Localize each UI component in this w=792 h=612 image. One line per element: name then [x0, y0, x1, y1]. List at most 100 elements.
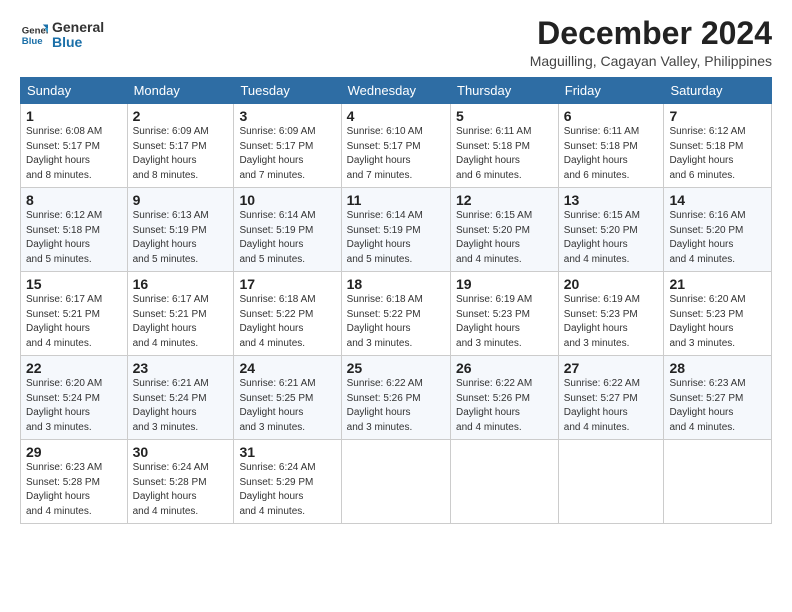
table-row: 14 Sunrise: 6:16 AMSunset: 5:20 PMDaylig…	[664, 188, 772, 272]
day-number: 1	[26, 108, 122, 124]
day-info: Sunrise: 6:22 AMSunset: 5:26 PMDaylight …	[347, 377, 445, 435]
day-info: Sunrise: 6:20 AMSunset: 5:24 PMDaylight …	[26, 377, 122, 435]
table-row: 5 Sunrise: 6:11 AMSunset: 5:18 PMDayligh…	[451, 104, 559, 188]
day-info: Sunrise: 6:09 AMSunset: 5:17 PMDaylight …	[133, 125, 229, 183]
day-info: Sunrise: 6:21 AMSunset: 5:24 PMDaylight …	[133, 377, 229, 435]
day-info: Sunrise: 6:18 AMSunset: 5:22 PMDaylight …	[347, 293, 445, 351]
table-row: 19 Sunrise: 6:19 AMSunset: 5:23 PMDaylig…	[451, 272, 559, 356]
title-block: December 2024 Maguilling, Cagayan Valley…	[530, 16, 772, 69]
page-subtitle: Maguilling, Cagayan Valley, Philippines	[530, 53, 772, 69]
table-row: 20 Sunrise: 6:19 AMSunset: 5:23 PMDaylig…	[558, 272, 664, 356]
calendar-header: Sunday Monday Tuesday Wednesday Thursday…	[21, 78, 772, 104]
day-number: 15	[26, 276, 122, 292]
day-number: 11	[347, 192, 445, 208]
day-number: 30	[133, 444, 229, 460]
day-info: Sunrise: 6:24 AMSunset: 5:29 PMDaylight …	[239, 461, 335, 519]
table-row: 30 Sunrise: 6:24 AMSunset: 5:28 PMDaylig…	[127, 440, 234, 524]
table-row: 7 Sunrise: 6:12 AMSunset: 5:18 PMDayligh…	[664, 104, 772, 188]
table-row: 23 Sunrise: 6:21 AMSunset: 5:24 PMDaylig…	[127, 356, 234, 440]
calendar-body: 1 Sunrise: 6:08 AMSunset: 5:17 PMDayligh…	[21, 104, 772, 524]
table-row: 24 Sunrise: 6:21 AMSunset: 5:25 PMDaylig…	[234, 356, 341, 440]
day-info: Sunrise: 6:19 AMSunset: 5:23 PMDaylight …	[564, 293, 659, 351]
day-number: 23	[133, 360, 229, 376]
day-info: Sunrise: 6:11 AMSunset: 5:18 PMDaylight …	[456, 125, 553, 183]
day-number: 7	[669, 108, 766, 124]
table-row: 13 Sunrise: 6:15 AMSunset: 5:20 PMDaylig…	[558, 188, 664, 272]
col-monday: Monday	[127, 78, 234, 104]
table-row: 12 Sunrise: 6:15 AMSunset: 5:20 PMDaylig…	[451, 188, 559, 272]
day-number: 10	[239, 192, 335, 208]
day-number: 27	[564, 360, 659, 376]
day-info: Sunrise: 6:15 AMSunset: 5:20 PMDaylight …	[456, 209, 553, 267]
table-row: 22 Sunrise: 6:20 AMSunset: 5:24 PMDaylig…	[21, 356, 128, 440]
day-number: 26	[456, 360, 553, 376]
day-info: Sunrise: 6:22 AMSunset: 5:26 PMDaylight …	[456, 377, 553, 435]
table-row: 8 Sunrise: 6:12 AMSunset: 5:18 PMDayligh…	[21, 188, 128, 272]
col-thursday: Thursday	[451, 78, 559, 104]
table-row: 29 Sunrise: 6:23 AMSunset: 5:28 PMDaylig…	[21, 440, 128, 524]
table-row: 17 Sunrise: 6:18 AMSunset: 5:22 PMDaylig…	[234, 272, 341, 356]
table-row: 16 Sunrise: 6:17 AMSunset: 5:21 PMDaylig…	[127, 272, 234, 356]
table-row: 27 Sunrise: 6:22 AMSunset: 5:27 PMDaylig…	[558, 356, 664, 440]
day-info: Sunrise: 6:16 AMSunset: 5:20 PMDaylight …	[669, 209, 766, 267]
table-row: 21 Sunrise: 6:20 AMSunset: 5:23 PMDaylig…	[664, 272, 772, 356]
logo-icon: General Blue	[20, 21, 48, 49]
header-row: Sunday Monday Tuesday Wednesday Thursday…	[21, 78, 772, 104]
day-number: 21	[669, 276, 766, 292]
table-row: 28 Sunrise: 6:23 AMSunset: 5:27 PMDaylig…	[664, 356, 772, 440]
day-number: 14	[669, 192, 766, 208]
day-info: Sunrise: 6:17 AMSunset: 5:21 PMDaylight …	[133, 293, 229, 351]
svg-text:Blue: Blue	[22, 36, 43, 47]
day-info: Sunrise: 6:11 AMSunset: 5:18 PMDaylight …	[564, 125, 659, 183]
table-row: 2 Sunrise: 6:09 AMSunset: 5:17 PMDayligh…	[127, 104, 234, 188]
day-number: 8	[26, 192, 122, 208]
calendar-week-1: 1 Sunrise: 6:08 AMSunset: 5:17 PMDayligh…	[21, 104, 772, 188]
calendar-table: Sunday Monday Tuesday Wednesday Thursday…	[20, 77, 772, 524]
day-info: Sunrise: 6:18 AMSunset: 5:22 PMDaylight …	[239, 293, 335, 351]
calendar-week-2: 8 Sunrise: 6:12 AMSunset: 5:18 PMDayligh…	[21, 188, 772, 272]
table-row	[558, 440, 664, 524]
day-number: 31	[239, 444, 335, 460]
day-info: Sunrise: 6:13 AMSunset: 5:19 PMDaylight …	[133, 209, 229, 267]
day-number: 5	[456, 108, 553, 124]
day-info: Sunrise: 6:22 AMSunset: 5:27 PMDaylight …	[564, 377, 659, 435]
logo: General Blue General Blue	[20, 20, 104, 51]
day-info: Sunrise: 6:09 AMSunset: 5:17 PMDaylight …	[239, 125, 335, 183]
day-number: 24	[239, 360, 335, 376]
day-number: 16	[133, 276, 229, 292]
day-number: 6	[564, 108, 659, 124]
table-row: 26 Sunrise: 6:22 AMSunset: 5:26 PMDaylig…	[451, 356, 559, 440]
calendar-week-5: 29 Sunrise: 6:23 AMSunset: 5:28 PMDaylig…	[21, 440, 772, 524]
page-container: General Blue General Blue December 2024 …	[0, 0, 792, 534]
day-number: 22	[26, 360, 122, 376]
table-row: 10 Sunrise: 6:14 AMSunset: 5:19 PMDaylig…	[234, 188, 341, 272]
day-number: 4	[347, 108, 445, 124]
day-info: Sunrise: 6:20 AMSunset: 5:23 PMDaylight …	[669, 293, 766, 351]
day-info: Sunrise: 6:15 AMSunset: 5:20 PMDaylight …	[564, 209, 659, 267]
table-row: 6 Sunrise: 6:11 AMSunset: 5:18 PMDayligh…	[558, 104, 664, 188]
day-number: 12	[456, 192, 553, 208]
day-info: Sunrise: 6:14 AMSunset: 5:19 PMDaylight …	[347, 209, 445, 267]
day-info: Sunrise: 6:12 AMSunset: 5:18 PMDaylight …	[26, 209, 122, 267]
day-info: Sunrise: 6:14 AMSunset: 5:19 PMDaylight …	[239, 209, 335, 267]
table-row: 31 Sunrise: 6:24 AMSunset: 5:29 PMDaylig…	[234, 440, 341, 524]
day-info: Sunrise: 6:23 AMSunset: 5:27 PMDaylight …	[669, 377, 766, 435]
table-row: 3 Sunrise: 6:09 AMSunset: 5:17 PMDayligh…	[234, 104, 341, 188]
table-row: 4 Sunrise: 6:10 AMSunset: 5:17 PMDayligh…	[341, 104, 450, 188]
day-info: Sunrise: 6:21 AMSunset: 5:25 PMDaylight …	[239, 377, 335, 435]
logo-text: General Blue	[52, 20, 104, 51]
col-saturday: Saturday	[664, 78, 772, 104]
day-info: Sunrise: 6:24 AMSunset: 5:28 PMDaylight …	[133, 461, 229, 519]
table-row: 18 Sunrise: 6:18 AMSunset: 5:22 PMDaylig…	[341, 272, 450, 356]
page-title: December 2024	[530, 16, 772, 51]
day-number: 19	[456, 276, 553, 292]
day-number: 28	[669, 360, 766, 376]
table-row: 9 Sunrise: 6:13 AMSunset: 5:19 PMDayligh…	[127, 188, 234, 272]
table-row	[664, 440, 772, 524]
calendar-week-4: 22 Sunrise: 6:20 AMSunset: 5:24 PMDaylig…	[21, 356, 772, 440]
day-info: Sunrise: 6:10 AMSunset: 5:17 PMDaylight …	[347, 125, 445, 183]
day-number: 2	[133, 108, 229, 124]
day-info: Sunrise: 6:19 AMSunset: 5:23 PMDaylight …	[456, 293, 553, 351]
table-row: 25 Sunrise: 6:22 AMSunset: 5:26 PMDaylig…	[341, 356, 450, 440]
col-tuesday: Tuesday	[234, 78, 341, 104]
